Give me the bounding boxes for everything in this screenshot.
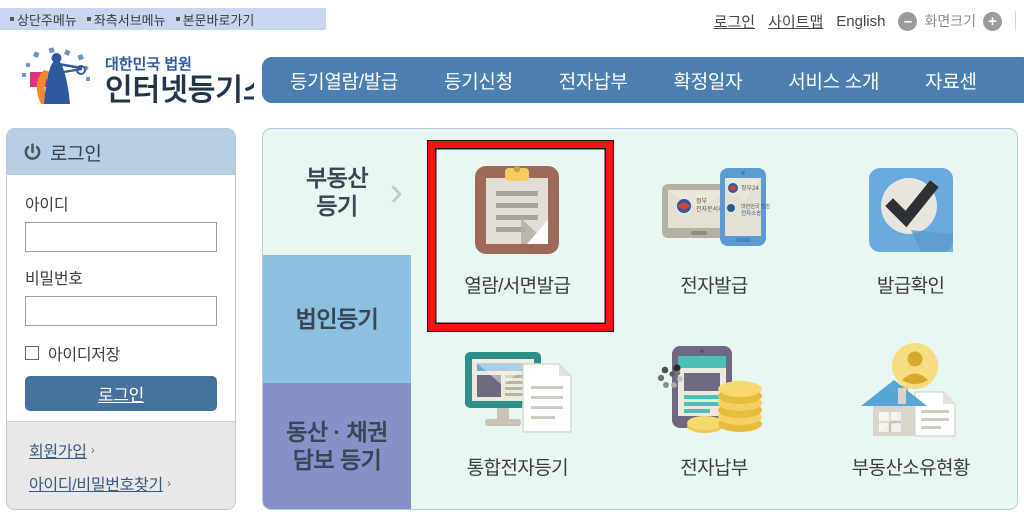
skip-link-content[interactable]: 본문바로가기: [175, 10, 255, 29]
svg-text:대한민국 법원: 대한민국 법원: [105, 56, 192, 73]
signup-link[interactable]: 회원가입 ›: [29, 438, 235, 462]
english-link[interactable]: English: [836, 13, 885, 30]
clipboard-icon: [458, 155, 576, 265]
service-tile-epayment[interactable]: 전자납부: [616, 317, 813, 499]
busy-cursor: [655, 360, 689, 399]
find-id-password-label: 아이디/비밀번호찾기: [29, 477, 163, 494]
login-form: 아이디 비밀번호 아이디저장 로그인: [7, 175, 235, 419]
skip-link-side-menu[interactable]: 좌측서브메뉴: [86, 10, 166, 29]
service-tile-label: 전자발급: [680, 275, 748, 297]
skip-link-label: 좌측서브메뉴: [93, 12, 166, 28]
login-panel-header: 로그인: [7, 129, 235, 175]
svg-text:정부: 정부: [696, 198, 708, 205]
skip-link-top-menu[interactable]: 상단주메뉴: [10, 10, 77, 29]
svg-text:대한민국 법원: 대한민국 법원: [741, 203, 770, 210]
service-tile-label: 전자납부: [680, 457, 748, 479]
skip-link-label: 상단주메뉴: [17, 12, 77, 28]
remember-id-label: 아이디저장: [48, 347, 121, 364]
zoom-label: 화면크기: [924, 13, 976, 29]
chevron-right-icon: ›: [90, 443, 95, 457]
remember-id-row[interactable]: 아이디저장: [25, 341, 217, 365]
category-tab-corporate[interactable]: 법인등기: [263, 255, 411, 383]
screen-size-control: – 화면크기 +: [898, 11, 1002, 31]
service-tile-label: 통합전자등기: [466, 457, 569, 479]
svg-text:전자소송: 전자소송: [741, 209, 761, 217]
bullet-icon: [10, 17, 14, 21]
power-icon: [24, 142, 41, 160]
skip-link-label: 본문바로가기: [182, 12, 255, 28]
service-tiles: 열람/서면발급 정부 전자문서지갑 정부24 대한민국 법원 전자소송 전자발급…: [411, 129, 1017, 509]
service-tile-electronic-issue[interactable]: 정부 전자문서지갑 정부24 대한민국 법원 전자소송 전자발급: [616, 135, 813, 317]
service-panel: 부동산 등기 › 법인등기 동산 · 채권 담보 등기 열람/서면발급 정부 전…: [262, 128, 1018, 510]
category-label: 동산 · 채권 담보 등기: [286, 418, 388, 473]
monitor-document-icon: [458, 337, 576, 447]
checkmark-icon: [852, 155, 970, 265]
nav-item-fixed-date[interactable]: 확정일자: [674, 67, 743, 94]
service-tile-label: 발급확인: [876, 275, 945, 297]
signup-label: 회원가입: [29, 444, 87, 461]
login-link[interactable]: 로그인: [714, 11, 755, 32]
category-label: 법인등기: [295, 305, 379, 332]
service-tile-label: 열람/서면발급: [464, 275, 571, 297]
zoom-in-icon[interactable]: +: [983, 11, 1002, 31]
chevron-right-icon: ›: [389, 170, 403, 214]
category-tabs: 부동산 등기 › 법인등기 동산 · 채권 담보 등기: [263, 129, 411, 509]
login-submit-button[interactable]: 로그인: [25, 376, 217, 411]
category-label: 부동산 등기: [306, 164, 368, 219]
zoom-out-icon[interactable]: –: [898, 11, 918, 31]
bullet-icon: [86, 17, 91, 21]
service-tile-view-issue[interactable]: 열람/서면발급: [419, 135, 616, 317]
sitemap-link[interactable]: 사이트맵: [768, 11, 823, 32]
devices-icon: 정부 전자문서지갑 정부24 대한민국 법원 전자소송: [655, 155, 773, 265]
svg-text:인터넷등기소: 인터넷등기소: [105, 74, 254, 107]
divider: [1015, 11, 1016, 31]
service-tile-label: 부동산소유현황: [851, 457, 971, 479]
password-field-label: 비밀번호: [25, 271, 83, 288]
skip-links-bar: 상단주메뉴 좌측서브메뉴 본문바로가기: [0, 8, 326, 30]
house-search-icon: [852, 337, 970, 447]
nav-item-data-center[interactable]: 자료센: [925, 67, 977, 94]
main-nav: 등기열람/발급 등기신청 전자납부 확정일자 서비스 소개 자료센: [262, 57, 1024, 103]
id-field-label: 아이디: [25, 197, 69, 214]
login-panel-title: 로그인: [50, 143, 102, 165]
bullet-icon: [175, 17, 180, 21]
svg-text:정부24: 정부24: [741, 185, 759, 192]
site-logo[interactable]: 대한민국 법원 인터넷등기소: [8, 46, 254, 108]
find-id-password-link[interactable]: 아이디/비밀번호찾기 ›: [29, 471, 235, 495]
utility-nav: 로그인 사이트맵 English – 화면크기 +: [714, 9, 1016, 33]
nav-item-epayment[interactable]: 전자납부: [559, 67, 628, 94]
service-tile-integrated-e-registry[interactable]: 통합전자등기: [419, 317, 616, 499]
sidebar-footer: 회원가입 › 아이디/비밀번호찾기 ›: [7, 421, 235, 509]
id-input[interactable]: [25, 222, 217, 252]
remember-id-checkbox[interactable]: [25, 346, 39, 360]
page-root: 상단주메뉴 좌측서브메뉴 본문바로가기 로그인 사이트맵 English – 화…: [0, 0, 1024, 526]
password-input[interactable]: [25, 296, 217, 326]
nav-item-service-intro[interactable]: 서비스 소개: [788, 67, 879, 94]
nav-item-registry-view[interactable]: 등기열람/발급: [290, 67, 398, 94]
category-tab-movables-credit[interactable]: 동산 · 채권 담보 등기: [263, 383, 411, 509]
service-tile-property-ownership[interactable]: 부동산소유현황: [812, 317, 1009, 499]
login-sidebar: 로그인 아이디 비밀번호 아이디저장 로그인 회원가입 › 아이디/비밀번호찾기…: [6, 128, 236, 510]
service-tile-issue-confirm[interactable]: 발급확인: [812, 135, 1009, 317]
nav-item-registry-apply[interactable]: 등기신청: [444, 67, 513, 94]
chevron-right-icon: ›: [166, 476, 171, 490]
category-tab-real-estate[interactable]: 부동산 등기 ›: [263, 129, 411, 255]
